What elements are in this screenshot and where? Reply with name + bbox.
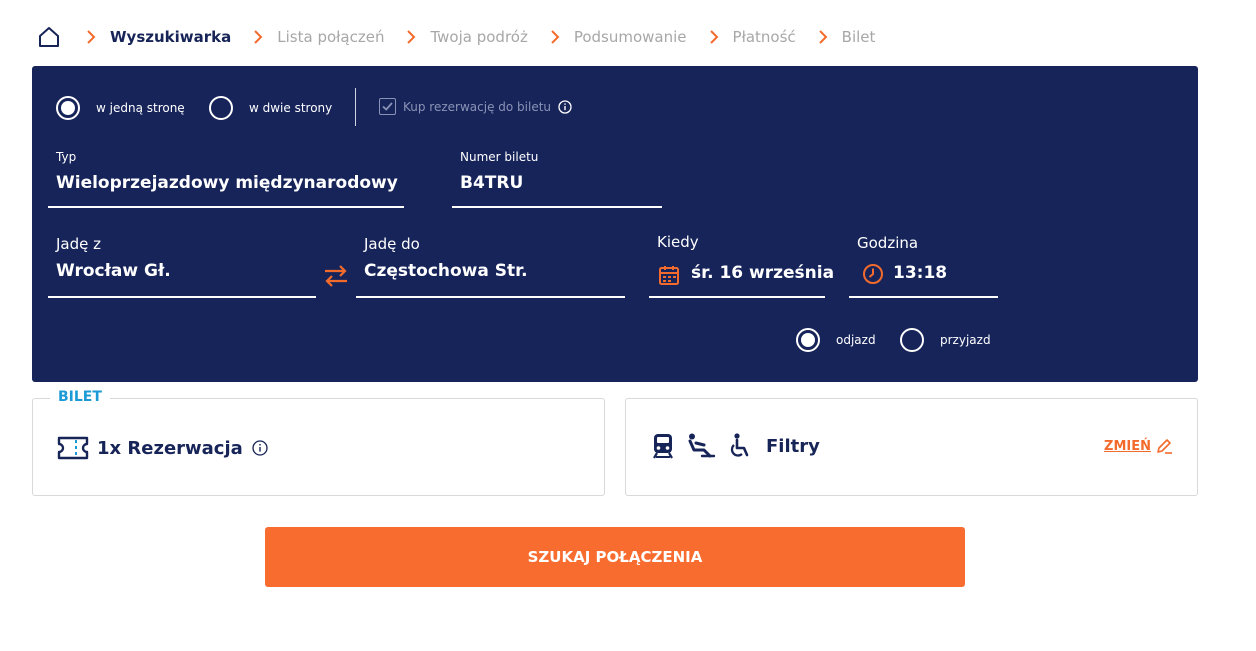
breadcrumb-item-ticket[interactable]: Bilet bbox=[842, 28, 876, 46]
chevron-right-icon bbox=[548, 30, 562, 44]
radio-circle[interactable] bbox=[209, 96, 233, 120]
to-station-field[interactable]: Jadę do Częstochowa Str. bbox=[356, 232, 625, 298]
breadcrumb-item-summary[interactable]: Podsumowanie bbox=[574, 28, 687, 46]
date-label: Kiedy bbox=[657, 233, 699, 251]
filters-card[interactable]: Filtry ZMIEŃ bbox=[625, 398, 1198, 496]
chevron-right-icon bbox=[707, 30, 721, 44]
breadcrumb: Wyszukiwarka Lista połączeń Twoja podróż… bbox=[36, 22, 895, 52]
seat-icon bbox=[686, 433, 716, 459]
arrival-label: przyjazd bbox=[940, 333, 991, 347]
one-way-label: w jedną stronę bbox=[96, 101, 185, 115]
change-filters-link[interactable]: ZMIEŃ bbox=[1104, 437, 1173, 455]
from-station-label: Jadę z bbox=[56, 235, 102, 253]
date-value: śr. 16 września bbox=[691, 263, 835, 283]
ticket-type-value: Wieloprzejazdowy międzynarodowy bbox=[56, 173, 398, 193]
breadcrumb-item-trip[interactable]: Twoja podróż bbox=[430, 28, 527, 46]
wheelchair-icon bbox=[728, 433, 750, 459]
radio-circle[interactable] bbox=[56, 96, 80, 120]
to-station-value: Częstochowa Str. bbox=[364, 261, 528, 281]
to-station-label: Jadę do bbox=[364, 235, 420, 253]
from-station-value: Wrocław Gł. bbox=[56, 261, 171, 281]
checkbox-box[interactable] bbox=[379, 98, 396, 115]
calendar-icon bbox=[658, 264, 680, 286]
ticket-summary-text: 1x Rezerwacja bbox=[97, 437, 243, 459]
breadcrumb-item-search: Wyszukiwarka bbox=[110, 28, 232, 46]
time-label: Godzina bbox=[857, 234, 919, 252]
reservation-checkbox[interactable]: Kup rezerwację do biletu bbox=[379, 98, 572, 115]
home-icon[interactable] bbox=[36, 24, 62, 50]
breadcrumb-step-search: Wyszukiwarka bbox=[84, 28, 251, 46]
ticket-number-label: Numer biletu bbox=[460, 150, 539, 164]
date-field[interactable]: Kiedy śr. 16 września bbox=[649, 230, 834, 298]
swap-stations-icon[interactable] bbox=[322, 262, 350, 290]
breadcrumb-item-connections[interactable]: Lista połączeń bbox=[277, 28, 384, 46]
reservation-checkbox-label: Kup rezerwację do biletu bbox=[403, 99, 552, 114]
clock-icon bbox=[862, 263, 884, 285]
train-icon bbox=[652, 433, 674, 459]
search-connections-button[interactable]: SZUKAJ POŁĄCZENIA bbox=[265, 527, 965, 587]
ticket-icon bbox=[57, 435, 89, 461]
ticket-number-value: B4TRU bbox=[460, 173, 524, 193]
radio-circle[interactable] bbox=[796, 328, 820, 352]
ticket-number-field[interactable]: Numer biletu B4TRU bbox=[452, 146, 662, 208]
ticket-card-legend: BILET bbox=[50, 389, 110, 405]
arrival-radio[interactable]: przyjazd bbox=[900, 328, 991, 352]
departure-label: odjazd bbox=[836, 333, 876, 347]
radio-circle[interactable] bbox=[900, 328, 924, 352]
pencil-icon bbox=[1155, 437, 1173, 455]
chevron-right-icon bbox=[84, 30, 98, 44]
breadcrumb-step-summary: Podsumowanie bbox=[548, 28, 707, 46]
info-icon[interactable] bbox=[558, 99, 572, 114]
breadcrumb-step-connections: Lista połączeń bbox=[251, 28, 404, 46]
info-icon[interactable] bbox=[252, 440, 268, 456]
search-panel: w jedną stronę w dwie strony Kup rezerwa… bbox=[32, 66, 1198, 382]
check-icon bbox=[382, 102, 393, 111]
breadcrumb-step-trip: Twoja podróż bbox=[404, 28, 547, 46]
breadcrumb-step-ticket: Bilet bbox=[816, 28, 896, 46]
ticket-type-label: Typ bbox=[56, 150, 77, 164]
time-value: 13:18 bbox=[893, 263, 948, 283]
chevron-right-icon bbox=[251, 30, 265, 44]
divider bbox=[355, 88, 356, 126]
from-station-field[interactable]: Jadę z Wrocław Gł. bbox=[48, 232, 316, 298]
breadcrumb-item-payment[interactable]: Płatność bbox=[733, 28, 796, 46]
round-trip-label: w dwie strony bbox=[249, 101, 333, 115]
ticket-type-field[interactable]: Typ Wieloprzejazdowy międzynarodowy bbox=[48, 146, 404, 208]
time-field[interactable]: Godzina 13:18 bbox=[849, 232, 998, 298]
one-way-radio[interactable]: w jedną stronę bbox=[56, 96, 185, 120]
departure-radio[interactable]: odjazd bbox=[796, 328, 876, 352]
round-trip-radio[interactable]: w dwie strony bbox=[209, 96, 332, 120]
change-filters-label[interactable]: ZMIEŃ bbox=[1104, 439, 1151, 454]
filters-row: Filtry bbox=[652, 433, 820, 459]
ticket-card[interactable]: BILET 1x Rezerwacja bbox=[32, 389, 605, 496]
chevron-right-icon bbox=[404, 30, 418, 44]
chevron-right-icon bbox=[816, 30, 830, 44]
filters-text: Filtry bbox=[766, 435, 820, 457]
ticket-card-row: 1x Rezerwacja bbox=[57, 435, 268, 461]
breadcrumb-step-payment: Płatność bbox=[707, 28, 816, 46]
